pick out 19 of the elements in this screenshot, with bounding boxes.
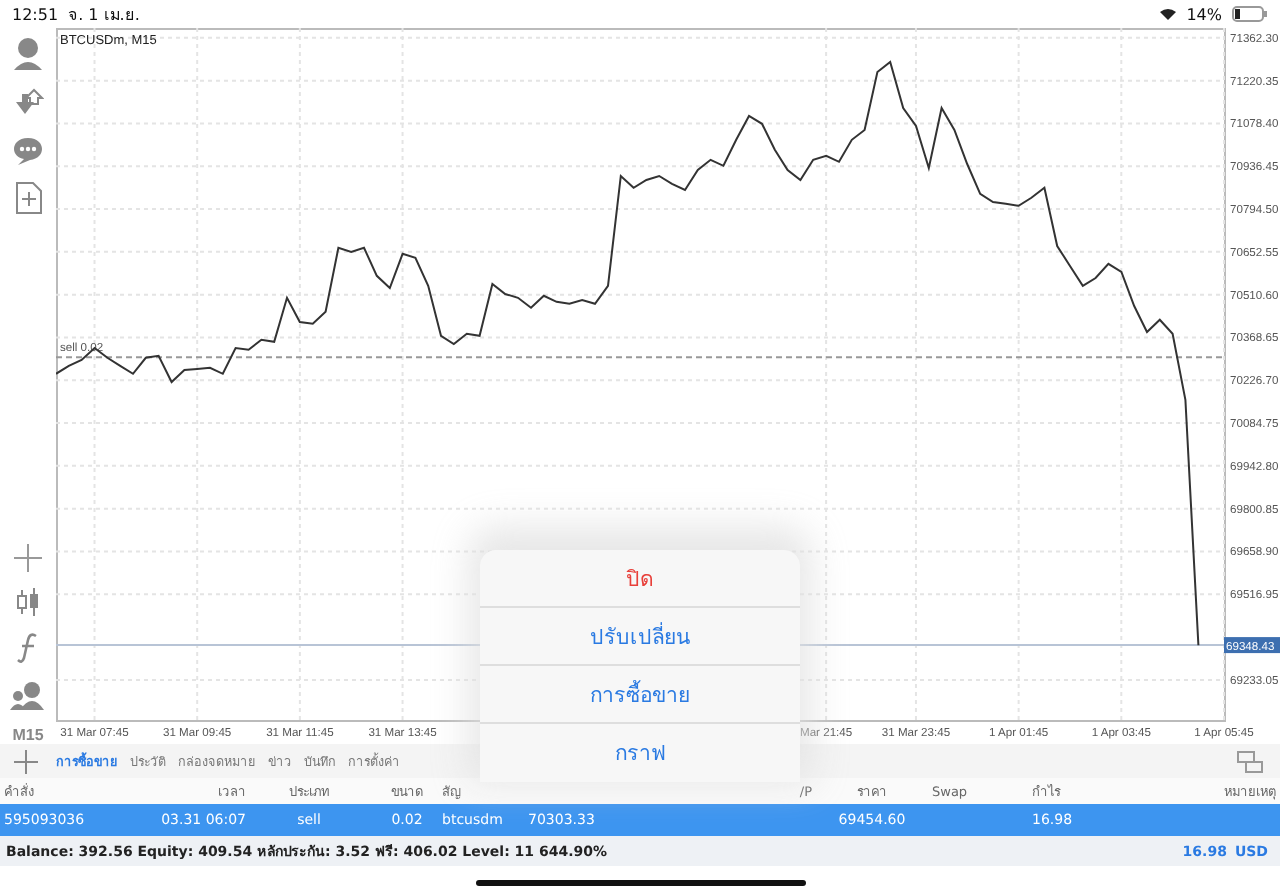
battery-icon (1232, 6, 1268, 22)
chat-icon[interactable] (12, 136, 44, 166)
add-icon[interactable] (14, 749, 38, 773)
action-item[interactable]: การซื้อขาย (480, 666, 800, 724)
date-text: จ. 1 เม.ย. (68, 3, 140, 27)
candlestick-icon[interactable] (14, 588, 42, 616)
wifi-icon (1160, 8, 1177, 20)
action-item[interactable]: กราฟ (480, 724, 800, 782)
layout-icon[interactable] (1236, 749, 1264, 773)
battery-percent: 14% (1186, 5, 1222, 23)
person-icon[interactable] (12, 36, 44, 72)
crosshair-icon[interactable] (14, 544, 42, 572)
function-icon[interactable] (16, 632, 40, 664)
new-document-icon[interactable] (15, 182, 41, 214)
timeframe-button[interactable]: M15 (12, 726, 44, 744)
people-icon[interactable] (10, 680, 46, 710)
clock-time: 12:51 (12, 5, 59, 23)
action-item[interactable]: ปรับเปลี่ยน (480, 608, 800, 666)
action-item[interactable]: ปิด (480, 550, 800, 608)
